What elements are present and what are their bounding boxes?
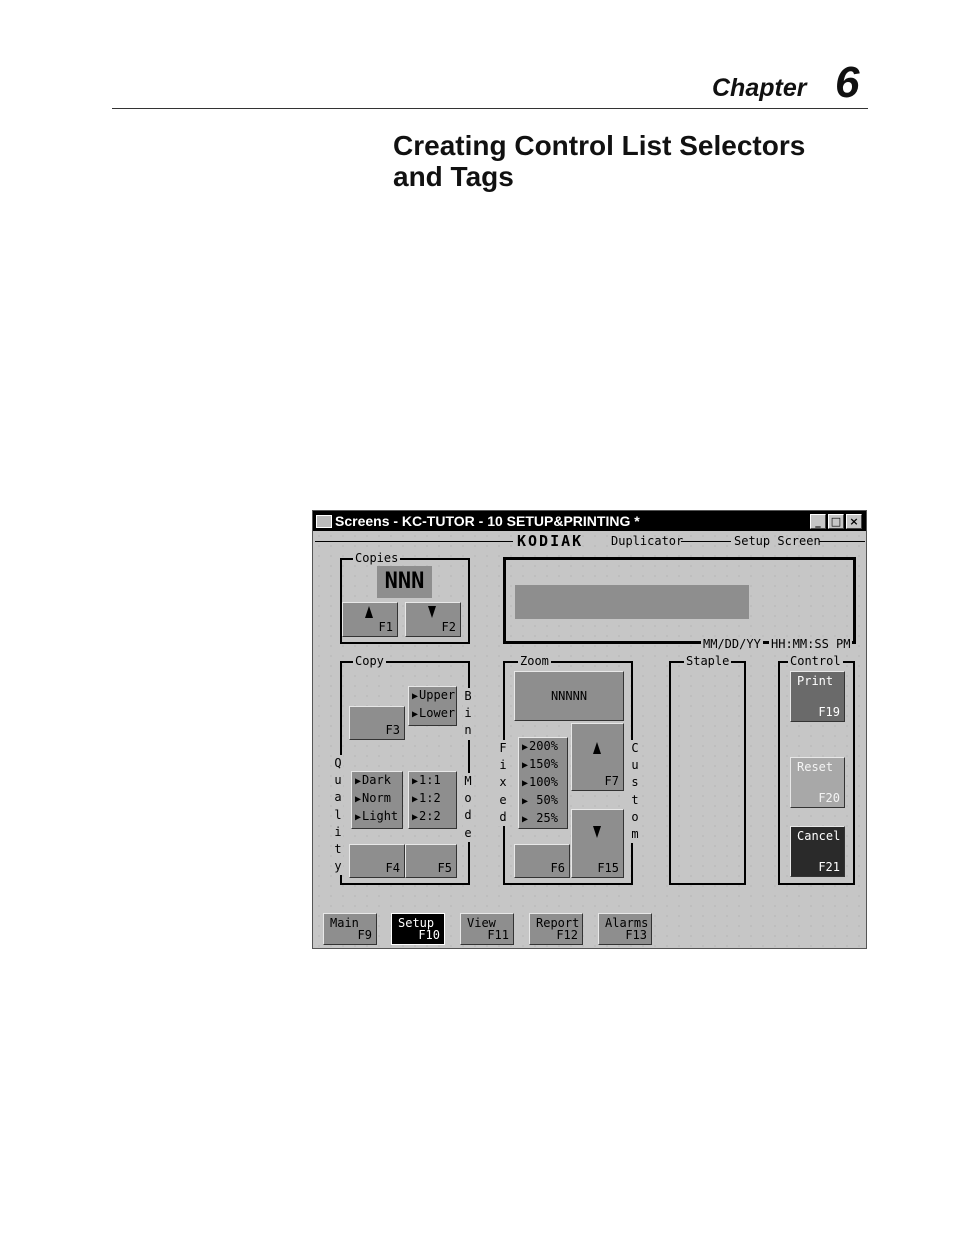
fixed-label: Fixed (498, 740, 508, 827)
zoom-display: NNNNN (514, 671, 624, 721)
print-label: Print (797, 674, 834, 688)
title-line-2: and Tags (393, 161, 514, 192)
arrow-up-icon (365, 606, 373, 618)
mode-option-2-2[interactable]: 2:2 (412, 808, 456, 826)
chapter-number: 6 (835, 58, 860, 107)
window-title: Screens - KC-TUTOR - 10 SETUP&PRINTING * (335, 513, 640, 529)
copy-f3-button[interactable]: F3 (349, 706, 405, 740)
banner-rule-mid (681, 541, 731, 542)
bin-selector[interactable]: Upper Lower (408, 686, 457, 726)
copies-up-button[interactable]: F1 (342, 602, 398, 637)
copies-display: NNN (377, 566, 432, 598)
reset-key: F20 (818, 791, 840, 805)
banner-rule-right (819, 541, 865, 542)
banner-brand: KODIAK (517, 532, 584, 550)
copies-up-key: F1 (378, 620, 393, 634)
copies-down-key: F2 (441, 620, 456, 634)
nav-alarms-key: F13 (625, 928, 647, 942)
custom-label: Custom (630, 740, 640, 844)
reset-label: Reset (797, 760, 834, 774)
close-button[interactable]: × (846, 514, 862, 529)
zoom-option-200[interactable]: 200% (522, 738, 567, 756)
nav-report-button[interactable]: Report F12 (529, 913, 583, 945)
nav-setup-button[interactable]: Setup F10 (391, 913, 445, 945)
nav-main-label: Main (330, 916, 359, 930)
banner-product: Duplicator (611, 534, 684, 548)
window-menu-icon[interactable] (316, 515, 332, 528)
page-title: Creating Control List Selectors and Tags (393, 130, 873, 192)
quality-option-light[interactable]: Light (355, 808, 402, 826)
zoom-up-key: F7 (604, 774, 619, 788)
zoom-option-50[interactable]: 50% (522, 792, 567, 810)
mode-option-1-1[interactable]: 1:1 (412, 772, 456, 790)
nav-view-key: F11 (487, 928, 509, 942)
nav-setup-key: F10 (418, 928, 440, 942)
nav-main-button[interactable]: Main F9 (323, 913, 377, 945)
minimize-button[interactable]: _ (810, 514, 826, 529)
zoom-option-25[interactable]: 25% (522, 810, 567, 828)
quality-option-dark[interactable]: Dark (355, 772, 402, 790)
quality-option-norm[interactable]: Norm (355, 790, 402, 808)
copy-f4-button[interactable]: F4 (349, 844, 405, 878)
banner-rule-left (315, 541, 513, 542)
nav-report-key: F12 (556, 928, 578, 942)
banner-screen: Setup Screen (734, 534, 821, 548)
nav-view-button[interactable]: View F11 (460, 913, 514, 945)
arrow-down-icon (593, 826, 601, 838)
zoom-option-150[interactable]: 150% (522, 756, 567, 774)
copy-f3-key: F3 (385, 723, 400, 737)
bin-label: Bin (463, 688, 473, 740)
zoom-option-100[interactable]: 100% (522, 774, 567, 792)
nav-alarms-button[interactable]: Alarms F13 (598, 913, 652, 945)
cancel-button[interactable]: Cancel F21 (790, 826, 845, 877)
print-key: F19 (818, 705, 840, 719)
mode-option-1-2[interactable]: 1:2 (412, 790, 456, 808)
zoom-f6-key: F6 (550, 861, 565, 875)
cancel-label: Cancel (797, 829, 841, 843)
zoom-down-button[interactable]: F15 (571, 809, 624, 878)
nav-main-key: F9 (357, 928, 372, 942)
cancel-key: F21 (818, 860, 840, 874)
staple-label: Staple (684, 654, 732, 668)
chapter-label: Chapter (712, 74, 807, 102)
arrow-up-icon (593, 742, 601, 754)
copy-f4-key: F4 (385, 861, 400, 875)
zoom-up-button[interactable]: F7 (571, 723, 624, 791)
maximize-button[interactable]: □ (828, 514, 844, 529)
copies-down-button[interactable]: F2 (405, 602, 461, 637)
mode-label: Mode (463, 773, 473, 842)
staple-frame (669, 661, 746, 885)
quality-selector[interactable]: Dark Norm Light (351, 771, 403, 829)
bin-option-lower[interactable]: Lower (412, 705, 456, 723)
arrow-down-icon (428, 606, 436, 618)
copy-f5-key: F5 (437, 861, 452, 875)
zoom-down-key: F15 (597, 861, 619, 875)
time-readout: HH:MM:SS PM (769, 637, 853, 651)
app-window-screenshot: Screens - KC-TUTOR - 10 SETUP&PRINTING *… (312, 510, 867, 949)
bin-option-upper[interactable]: Upper (412, 687, 456, 705)
zoom-label: Zoom (518, 654, 551, 668)
zoom-f6-button[interactable]: F6 (514, 844, 570, 878)
copy-f5-button[interactable]: F5 (405, 844, 457, 878)
reset-button[interactable]: Reset F20 (790, 757, 845, 808)
window-titlebar: Screens - KC-TUTOR - 10 SETUP&PRINTING *… (313, 511, 866, 531)
mode-selector[interactable]: 1:1 1:2 2:2 (408, 771, 457, 829)
control-label: Control (788, 654, 843, 668)
copies-label: Copies (353, 551, 401, 565)
message-display (515, 585, 749, 619)
print-button[interactable]: Print F19 (790, 671, 845, 722)
title-line-1: Creating Control List Selectors (393, 130, 806, 161)
copy-label: Copy (353, 654, 386, 668)
zoom-fixed-selector[interactable]: 200% 150% 100% 50% 25% (518, 737, 568, 829)
date-readout: MM/DD/YY (701, 637, 763, 651)
header-rule (112, 108, 868, 109)
quality-label: Quality (333, 755, 343, 876)
